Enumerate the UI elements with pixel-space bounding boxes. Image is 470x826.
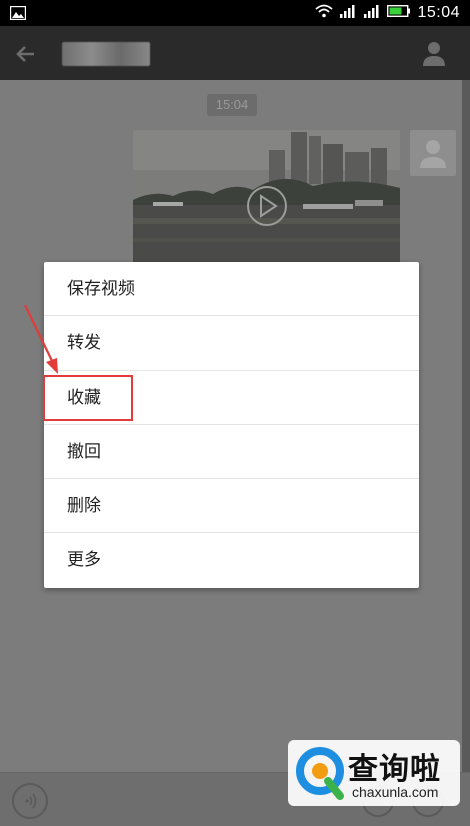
- image-notification-icon: [9, 5, 27, 24]
- person-icon[interactable]: [420, 39, 448, 67]
- context-menu: 保存视频 转发 收藏 撤回 删除 更多: [44, 262, 419, 588]
- status-bar: 15:04: [0, 0, 470, 26]
- chat-header: [0, 26, 470, 80]
- menu-item-save-video[interactable]: 保存视频: [44, 262, 419, 317]
- voice-icon[interactable]: [12, 783, 48, 819]
- menu-item-recall[interactable]: 撤回: [44, 425, 419, 480]
- menu-item-forward[interactable]: 转发: [44, 316, 419, 371]
- contact-name: [62, 42, 150, 66]
- watermark: 查询啦 chaxunla.com: [288, 740, 460, 806]
- adjacent-window-strip: [462, 80, 470, 772]
- wifi-icon: [315, 3, 334, 22]
- avatar[interactable]: [410, 130, 456, 176]
- battery-icon: [387, 3, 411, 22]
- menu-item-more[interactable]: 更多: [44, 533, 419, 587]
- menu-item-delete[interactable]: 删除: [44, 479, 419, 534]
- signal-icon: [339, 3, 357, 22]
- signal-icon: [363, 3, 381, 22]
- watermark-logo-icon: [292, 744, 348, 806]
- arrow-left-icon[interactable]: [12, 40, 40, 68]
- video-message[interactable]: [133, 130, 400, 265]
- watermark-brand: 查询啦: [348, 752, 441, 787]
- watermark-domain: chaxunla.com: [352, 784, 439, 800]
- menu-item-favorite[interactable]: 收藏: [44, 371, 419, 425]
- message-timestamp: 15:04: [207, 94, 257, 116]
- status-time: 15:04: [417, 3, 460, 21]
